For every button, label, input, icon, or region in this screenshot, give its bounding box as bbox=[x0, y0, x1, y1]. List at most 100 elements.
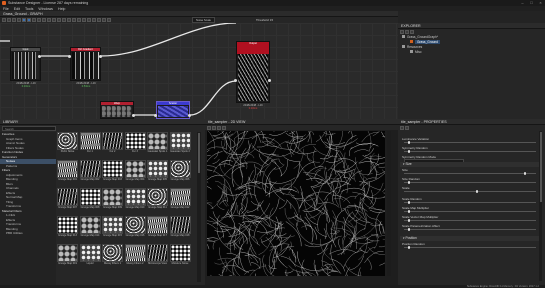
save-icon[interactable] bbox=[410, 29, 414, 34]
output-port[interactable] bbox=[268, 79, 271, 82]
graph-tool-icon[interactable] bbox=[77, 18, 81, 22]
slider-knob[interactable] bbox=[475, 190, 478, 193]
slider-knob[interactable] bbox=[407, 141, 411, 144]
library-thumbnail[interactable]: Grunge Map 014 bbox=[79, 216, 101, 241]
library-tree-item[interactable]: PBR Utilities bbox=[0, 231, 56, 236]
graph-node-warp[interactable]: Warp bbox=[100, 101, 134, 119]
input-port[interactable] bbox=[234, 79, 237, 82]
property-slider[interactable] bbox=[404, 219, 536, 222]
library-thumbnail[interactable]: Moisture Noise bbox=[169, 244, 191, 269]
pin-icon[interactable] bbox=[400, 125, 404, 130]
view-icon[interactable] bbox=[207, 125, 211, 130]
library-thumbnail[interactable]: Perlin Noise bbox=[57, 132, 78, 157]
slider-knob[interactable] bbox=[407, 219, 411, 222]
graph-tool-icon[interactable] bbox=[72, 18, 76, 22]
graph-tool-icon[interactable] bbox=[87, 18, 91, 22]
menu-item[interactable]: Edit bbox=[14, 7, 20, 11]
channel-icon[interactable] bbox=[212, 125, 216, 130]
tile-icon[interactable] bbox=[217, 125, 221, 130]
property-slider[interactable] bbox=[404, 150, 536, 153]
library-scrollbar[interactable] bbox=[197, 132, 201, 282]
graph-node-scatter[interactable]: Scatter bbox=[156, 101, 190, 119]
property-slider[interactable] bbox=[404, 246, 536, 249]
graph-tool-icon[interactable] bbox=[27, 18, 31, 22]
graph-tool-icon[interactable] bbox=[57, 18, 61, 22]
2d-view-canvas[interactable] bbox=[207, 131, 385, 276]
property-slider[interactable] bbox=[404, 201, 536, 204]
properties-scrollbar[interactable] bbox=[539, 131, 542, 281]
library-thumbnail[interactable]: Grunge Map 019 bbox=[57, 244, 78, 269]
library-thumbnail[interactable]: Grunge Map 010 bbox=[124, 188, 146, 213]
property-slider[interactable] bbox=[404, 190, 536, 193]
library-thumbnail[interactable]: Messy Fibers 2 bbox=[124, 244, 146, 269]
property-slider[interactable] bbox=[404, 141, 536, 144]
library-thumbnail[interactable]: Grunge Map 007 bbox=[57, 188, 78, 213]
properties-section-header[interactable]: ▾ Position bbox=[400, 236, 540, 241]
property-slider[interactable] bbox=[404, 172, 536, 175]
slider-knob[interactable] bbox=[407, 228, 411, 231]
library-thumbnail[interactable]: Grunge Map 013 bbox=[57, 216, 78, 241]
input-port[interactable] bbox=[68, 55, 71, 58]
library-thumbnail[interactable]: Grunge Map 004 bbox=[124, 160, 146, 185]
graph-tool-icon[interactable] bbox=[107, 18, 111, 22]
graph-canvas[interactable]: Input 2048x2048 - L16 0.16ms Dirt Gradie… bbox=[0, 23, 398, 119]
graph-tool-icon[interactable] bbox=[82, 18, 86, 22]
library-thumbnail[interactable]: Grunge Map 011 bbox=[147, 188, 168, 213]
graph-tool-icon[interactable] bbox=[22, 18, 26, 22]
graph-tool-icon[interactable] bbox=[12, 18, 16, 22]
library-thumbnail[interactable]: Gaussian Spots 1 bbox=[147, 132, 168, 157]
property-slider[interactable] bbox=[404, 210, 536, 213]
library-thumbnail[interactable]: Grunge Map 006 bbox=[169, 160, 191, 185]
library-thumbnail[interactable]: Fur 2 bbox=[102, 132, 123, 157]
menu-item[interactable]: Windows bbox=[38, 7, 53, 11]
graph-tool-icon[interactable] bbox=[2, 18, 6, 22]
graph-tool-icon[interactable] bbox=[42, 18, 46, 22]
graph-tool-icon[interactable] bbox=[37, 18, 41, 22]
library-thumbnail[interactable]: Grunge Map 012 bbox=[169, 188, 191, 213]
graph-tool-icon[interactable] bbox=[52, 18, 56, 22]
graph-tool-icon[interactable] bbox=[17, 18, 21, 22]
library-thumbnail[interactable]: Grunge Map 005 bbox=[147, 160, 168, 185]
output-port[interactable] bbox=[99, 55, 102, 58]
graph-tool-icon[interactable] bbox=[7, 18, 11, 22]
reset-icon[interactable] bbox=[405, 125, 409, 130]
property-slider[interactable] bbox=[404, 228, 536, 231]
library-thumbnail[interactable]: Fur 3 bbox=[124, 132, 146, 157]
library-thumbnail[interactable]: Grunge Map 015 bbox=[102, 216, 123, 241]
library-search-input[interactable]: Search bbox=[2, 126, 56, 131]
property-slider[interactable] bbox=[404, 181, 536, 184]
library-thumbnail[interactable]: Grunge Map 009 bbox=[102, 188, 123, 213]
graph-tool-icon[interactable] bbox=[62, 18, 66, 22]
graph-node-output[interactable]: Output bbox=[236, 41, 270, 103]
library-thumbnail[interactable]: Grunge Map 003 bbox=[102, 160, 123, 185]
graph-node-input[interactable]: Input bbox=[10, 47, 41, 81]
library-thumbnail[interactable]: Grunge Map 008 bbox=[79, 188, 101, 213]
graph-tool-icon[interactable] bbox=[97, 18, 101, 22]
library-thumbnail[interactable]: Fur 1 bbox=[79, 132, 101, 157]
zoom-icon[interactable] bbox=[222, 125, 226, 130]
new-icon[interactable] bbox=[400, 29, 404, 34]
slider-knob[interactable] bbox=[407, 246, 411, 249]
slider-knob[interactable] bbox=[523, 172, 527, 175]
library-thumbnail[interactable]: Gaussian Spots 2 bbox=[169, 132, 191, 157]
graph-tool-icon[interactable] bbox=[67, 18, 71, 22]
output-port[interactable] bbox=[132, 114, 135, 117]
graph-node-dirt-gradient[interactable]: Dirt Gradient bbox=[70, 47, 101, 81]
output-port[interactable] bbox=[38, 55, 41, 58]
library-thumbnail[interactable]: Grunge Map 017 bbox=[147, 216, 168, 241]
open-icon[interactable] bbox=[405, 29, 409, 34]
library-thumbnail[interactable]: Liquid bbox=[79, 244, 101, 269]
menu-item[interactable]: File bbox=[3, 7, 9, 11]
library-thumbnail[interactable]: Grunge Map 016 bbox=[124, 216, 146, 241]
graph-tool-icon[interactable] bbox=[47, 18, 51, 22]
library-thumbnail[interactable]: Grunge Map 002 bbox=[79, 160, 101, 185]
slider-knob[interactable] bbox=[407, 150, 411, 153]
graph-tool-icon[interactable] bbox=[92, 18, 96, 22]
slider-knob[interactable] bbox=[407, 181, 411, 184]
menu-item[interactable]: Tools bbox=[25, 7, 33, 11]
library-thumbnail[interactable]: Messy Fibers 1 bbox=[102, 244, 123, 269]
slider-knob[interactable] bbox=[407, 210, 411, 213]
graph-tool-icon[interactable] bbox=[32, 18, 36, 22]
library-thumbnail[interactable]: Microscope View bbox=[147, 244, 168, 269]
graph-tool-icon[interactable] bbox=[102, 18, 106, 22]
